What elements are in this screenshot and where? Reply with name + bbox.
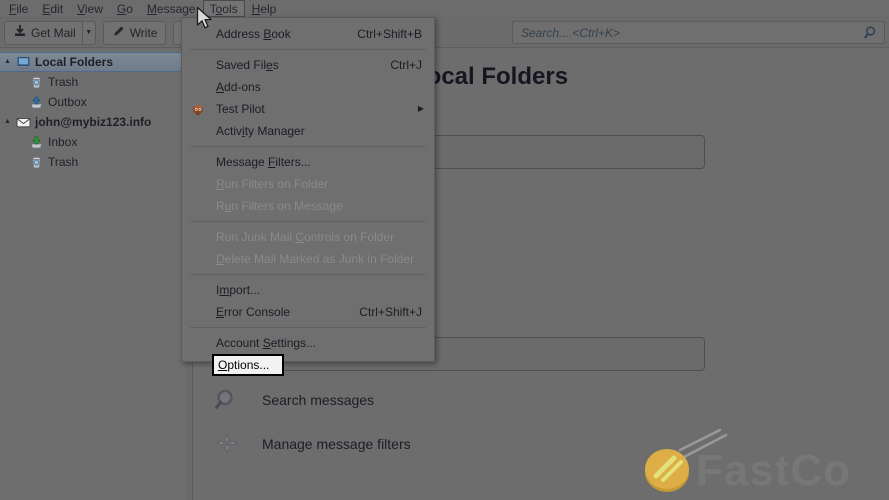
- menu-item-label: Saved Files: [216, 58, 279, 72]
- menu-item-label: Import...: [216, 283, 261, 297]
- folder-label: john@mybiz123.info: [35, 115, 152, 129]
- message-filters-icon: [210, 431, 244, 457]
- menu-item-label: Account Settings...: [216, 336, 317, 350]
- menu-item-label: Options...: [218, 358, 270, 372]
- folder-row-inbox[interactable]: · Inbox: [0, 132, 192, 152]
- page-title: Local Folders: [412, 63, 569, 90]
- menu-separator: [190, 327, 426, 328]
- folder-label: Outbox: [48, 95, 87, 109]
- menu-item-label: Activity Manager: [216, 124, 305, 138]
- menubar-item-help[interactable]: Help: [245, 1, 284, 17]
- get-mail-icon: [13, 24, 27, 41]
- folder-row-trash[interactable]: · Trash: [0, 152, 192, 172]
- folder-row-trash[interactable]: · Trash: [0, 72, 192, 92]
- watermark-logo: FastCo: [634, 424, 874, 500]
- menu-separator: [190, 221, 426, 222]
- menu-item-shortcut: Ctrl+Shift+B: [357, 27, 422, 41]
- watermark-text: FastCo: [696, 446, 852, 495]
- menu-item-label: Address Book: [216, 27, 291, 41]
- folder-row-john-mybiz123-info[interactable]: ▲ john@mybiz123.info: [0, 112, 192, 132]
- menu-item-message-filters[interactable]: Message Filters...: [182, 151, 434, 173]
- menubar-item-view[interactable]: View: [70, 1, 110, 17]
- menubar-item-go[interactable]: Go: [110, 1, 140, 17]
- twisty-expanded-icon[interactable]: ▲: [2, 112, 13, 132]
- folder-list: ▲ Local Folders · Trash · Outbox ▲ john@mybiz12…: [0, 52, 192, 172]
- get-mail-button[interactable]: Get Mail: [4, 20, 82, 45]
- menu-item-label: Run Filters on Message: [216, 199, 343, 213]
- menu-item-test-pilot[interactable]: Test Pilot ▶: [182, 98, 434, 120]
- menu-separator: [190, 146, 426, 147]
- menu-item-label: Run Junk Mail Controls on Folder: [216, 230, 395, 244]
- twisty-spacer: ·: [2, 92, 13, 112]
- write-label: Write: [129, 25, 158, 40]
- menu-item-run-junk-mail-controls-on-folder: Run Junk Mail Controls on Folder: [182, 226, 434, 248]
- menu-item-add-ons[interactable]: Add-ons: [182, 76, 434, 98]
- get-mail-dropdown-arrow[interactable]: ▼: [81, 20, 96, 45]
- twisty-expanded-icon[interactable]: ▲: [2, 52, 13, 72]
- menu-item-label: Delete Mail Marked as Junk in Folder: [216, 252, 415, 266]
- menubar-item-edit[interactable]: Edit: [35, 1, 70, 17]
- thunderbird-window: File Edit View Go Message Tools Help Get Mail …: [0, 0, 889, 500]
- menu-bar: File Edit View Go Message Tools Help: [0, 0, 889, 18]
- folder-row-local-folders[interactable]: ▲ Local Folders: [0, 52, 192, 72]
- get-mail-label: Get Mail: [31, 25, 76, 40]
- menu-item-address-book[interactable]: Address Book Ctrl+Shift+B: [182, 23, 434, 45]
- menu-item-label: Message Filters...: [216, 155, 311, 169]
- menu-item-label: Error Console: [216, 305, 291, 319]
- manage-filters-action[interactable]: Manage message filters: [210, 431, 411, 457]
- folder-label: Inbox: [48, 135, 78, 149]
- folder-label: Local Folders: [35, 55, 114, 69]
- menu-separator: [190, 274, 426, 275]
- menu-item-activity-manager[interactable]: Activity Manager: [182, 120, 434, 142]
- search-bar[interactable]: Search... <Ctrl+K>: [512, 21, 885, 44]
- manage-filters-label: Manage message filters: [262, 436, 411, 452]
- search-icon[interactable]: [858, 25, 884, 40]
- menubar-item-file[interactable]: File: [2, 1, 35, 17]
- menu-item-options[interactable]: Options...: [212, 354, 284, 376]
- folder-pane: ▲ Local Folders · Trash · Outbox ▲ john@mybiz12…: [0, 49, 193, 500]
- trash-icon: [26, 75, 46, 90]
- menu-item-account-settings[interactable]: Account Settings...: [182, 332, 434, 354]
- twisty-spacer: ·: [2, 152, 13, 172]
- tools-dropdown-menu: Address Book Ctrl+Shift+B Saved Files Ctrl+…: [181, 17, 435, 376]
- twisty-spacer: ·: [2, 132, 13, 152]
- local-folders-icon: [13, 55, 33, 70]
- test-pilot-icon: [190, 101, 206, 117]
- pencil-icon: [112, 24, 126, 41]
- menu-item-error-console[interactable]: Error Console Ctrl+Shift+J: [182, 301, 434, 323]
- outbox-icon: [26, 95, 46, 110]
- menubar-item-tools[interactable]: Tools: [202, 0, 245, 17]
- menu-item-shortcut: Ctrl+J: [390, 58, 422, 72]
- menu-item-label: Add-ons: [216, 80, 261, 94]
- menu-item-shortcut: Ctrl+Shift+J: [359, 305, 422, 319]
- search-input[interactable]: Search... <Ctrl+K>: [513, 26, 858, 40]
- menubar-item-message[interactable]: Message: [140, 1, 203, 17]
- folder-label: Trash: [48, 75, 79, 89]
- menu-separator: [190, 49, 426, 50]
- trash-icon: [26, 155, 46, 170]
- twisty-spacer: ·: [2, 72, 13, 92]
- folder-row-outbox[interactable]: · Outbox: [0, 92, 192, 112]
- search-messages-label: Search messages: [262, 392, 375, 408]
- search-messages-action[interactable]: Search messages: [210, 387, 374, 413]
- search-messages-icon: [210, 387, 244, 413]
- folder-label: Trash: [48, 155, 79, 169]
- menu-item-delete-mail-marked-as-junk-in-folder: Delete Mail Marked as Junk in Folder: [182, 248, 434, 270]
- menu-item-label: Run Filters on Folder: [216, 177, 329, 191]
- mail-account-icon: [13, 115, 33, 130]
- menu-item-saved-files[interactable]: Saved Files Ctrl+J: [182, 54, 434, 76]
- menu-item-import[interactable]: Import...: [182, 279, 434, 301]
- chevron-down-icon: ▼: [85, 29, 93, 36]
- menu-item-run-filters-on-folder: Run Filters on Folder: [182, 173, 434, 195]
- submenu-arrow-icon: ▶: [417, 104, 424, 113]
- write-button[interactable]: Write: [102, 20, 167, 45]
- inbox-icon: [26, 135, 46, 150]
- menu-item-run-filters-on-message: Run Filters on Message: [182, 195, 434, 217]
